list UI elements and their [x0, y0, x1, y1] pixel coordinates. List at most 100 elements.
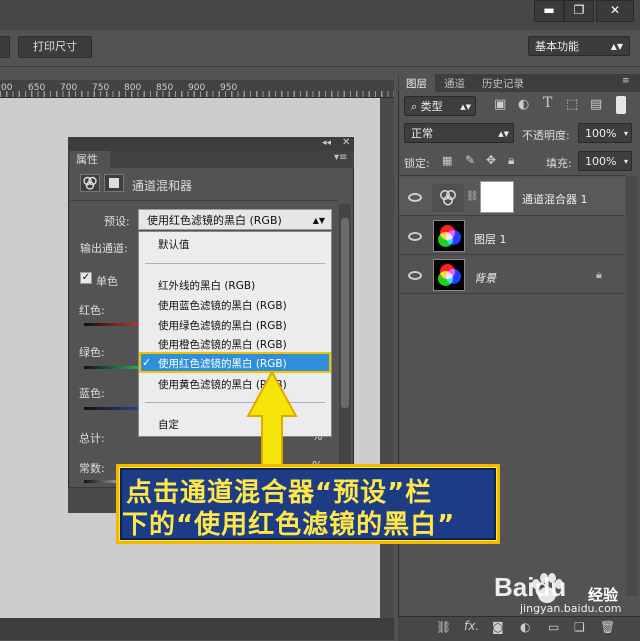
tab-channels[interactable]: 通道 [444, 76, 465, 91]
layer-thumbnail[interactable] [433, 259, 465, 291]
monochrome-label: 单色 [96, 275, 118, 288]
collapse-icon[interactable]: ◂◂ [322, 138, 331, 148]
dropdown-separator [145, 402, 325, 403]
adjustment-filter-icon[interactable]: ◐ [518, 97, 529, 112]
tab-layers[interactable]: 图层 [406, 76, 427, 91]
visibility-eye-icon[interactable] [408, 193, 422, 202]
dropdown-separator [145, 263, 325, 264]
adjustment-layer-icon [432, 184, 464, 212]
dropdown-item-blue-filter[interactable]: 使用蓝色滤镜的黑白 (RGB) [158, 298, 287, 313]
layer-name[interactable]: 通道混合器 1 [522, 191, 588, 207]
layer-mask-thumbnail[interactable] [480, 181, 514, 213]
options-button-partial[interactable] [0, 36, 10, 58]
channel-mixer-icon [80, 174, 100, 192]
smart-object-filter-icon[interactable]: ▤ [590, 97, 602, 112]
panel-menu-icon[interactable]: ≡ [622, 76, 630, 86]
lock-transparency-icon[interactable]: ▦ [442, 154, 452, 167]
dropdown-item-infrared[interactable]: 红外线的黑白 (RGB) [158, 278, 255, 293]
layer-name[interactable]: 背景 [474, 270, 496, 286]
print-size-button[interactable]: 打印尺寸 [18, 36, 92, 58]
workspace-label: 基本功能 [535, 40, 579, 53]
constant-label: 常数: [79, 462, 105, 475]
divider [399, 175, 625, 176]
lock-icon: 🔒︎ [596, 268, 602, 281]
adjustment-title: 通道混和器 [132, 179, 193, 193]
restore-button[interactable]: ❐ [564, 0, 594, 22]
lock-position-icon[interactable]: ✥ [486, 153, 496, 167]
opacity-label: 不透明度: [522, 129, 570, 142]
red-slider[interactable] [84, 323, 140, 326]
link-layers-icon[interactable]: ⛓ [436, 620, 451, 634]
red-label: 红色: [79, 304, 105, 317]
filter-toggle[interactable] [616, 96, 626, 114]
total-label: 总计: [79, 432, 105, 445]
blue-label: 蓝色: [79, 387, 105, 400]
fill-value: 100% [585, 155, 617, 168]
status-bar [0, 618, 394, 640]
preset-label: 预设: [104, 215, 130, 228]
opacity-input[interactable]: 100% ▾ [578, 123, 632, 143]
close-window-button[interactable]: ✕ [596, 0, 634, 22]
watermark-url: jingyan.baidu.com [520, 602, 622, 615]
dropdown-item-default[interactable]: 默认值 [158, 237, 190, 252]
green-slider[interactable] [84, 366, 140, 369]
ruler-label: 650 [28, 83, 46, 93]
lock-all-icon[interactable]: 🔒︎ [508, 153, 514, 168]
layer-name[interactable]: 图层 1 [474, 231, 507, 247]
preset-select[interactable]: 使用红色滤镜的黑白 (RGB) ▲▼ [138, 209, 332, 230]
properties-scroll-thumb[interactable] [341, 218, 349, 408]
workspace-select[interactable]: 基本功能 ▲▼ [528, 36, 630, 56]
mask-icon[interactable] [104, 174, 124, 192]
layers-scrollbar[interactable] [626, 176, 638, 596]
fx-icon[interactable]: fx. [464, 619, 479, 633]
image-filter-icon[interactable]: ▣ [494, 97, 506, 112]
minimize-button[interactable]: ▬ [534, 0, 564, 22]
divider [70, 200, 338, 201]
visibility-eye-icon[interactable] [408, 232, 422, 241]
new-adjustment-icon[interactable]: ◐ [520, 620, 530, 634]
properties-tabbar [68, 151, 354, 168]
blend-mode-select[interactable]: 正常 ▲▼ [404, 123, 514, 143]
monochrome-checkbox[interactable]: ✓ [80, 272, 92, 284]
green-label: 绿色: [79, 346, 105, 359]
chevron-down-icon: ▲▼ [610, 42, 623, 51]
ruler-label: 850 [156, 83, 174, 93]
search-icon: ⌕ [411, 100, 421, 113]
fill-input[interactable]: 100% ▾ [578, 151, 632, 171]
panel-menu-icon[interactable]: ▾≡ [334, 152, 347, 163]
chevron-down-icon: ▲▼ [312, 216, 325, 225]
mask-link-icon[interactable]: ⛓ [466, 191, 479, 202]
preset-value: 使用红色滤镜的黑白 (RGB) [147, 214, 282, 227]
dropdown-item-orange-filter[interactable]: 使用橙色滤镜的黑白 (RGB) [158, 337, 287, 352]
tab-history[interactable]: 历史记录 [482, 76, 524, 91]
layer-kind-filter[interactable]: ⌕ 类型 ▲▼ [404, 96, 476, 116]
properties-panel-header [68, 137, 354, 151]
dropdown-item-red-filter[interactable]: 使用红色滤镜的黑白 (RGB) [158, 356, 287, 371]
add-mask-icon[interactable]: ◙ [492, 620, 504, 634]
layer-thumbnail[interactable] [433, 220, 465, 252]
annotation-arrow [246, 370, 298, 469]
dropdown-item-green-filter[interactable]: 使用绿色滤镜的黑白 (RGB) [158, 318, 287, 333]
blue-slider[interactable] [84, 407, 140, 410]
ruler-label: 00 [1, 83, 13, 93]
lock-pixels-icon[interactable]: ✎ [465, 153, 475, 167]
ruler-label: 900 [188, 83, 206, 93]
dropdown-item-custom[interactable]: 自定 [158, 417, 179, 432]
ruler-label: 700 [60, 83, 78, 93]
shape-filter-icon[interactable]: ⬚ [566, 97, 578, 112]
preset-dropdown-menu [138, 231, 332, 437]
fill-label: 填充: [546, 157, 572, 170]
delete-layer-icon[interactable]: 🗑︎ [600, 620, 615, 634]
kind-label: 类型 [420, 100, 443, 113]
lock-label: 锁定: [404, 157, 430, 170]
new-layer-icon[interactable]: ❏ [574, 620, 585, 634]
close-icon[interactable]: ✕ [342, 137, 350, 148]
new-group-icon[interactable]: ▭ [548, 620, 559, 634]
visibility-eye-icon[interactable] [408, 271, 422, 280]
blend-mode-value: 正常 [411, 127, 433, 140]
ruler-label: 950 [220, 83, 238, 93]
checkmark-icon: ✓ [142, 356, 152, 369]
tab-properties[interactable]: 属性 [70, 151, 110, 168]
watermark-brand: Baidu [494, 572, 567, 602]
type-filter-icon[interactable]: T [543, 95, 552, 111]
